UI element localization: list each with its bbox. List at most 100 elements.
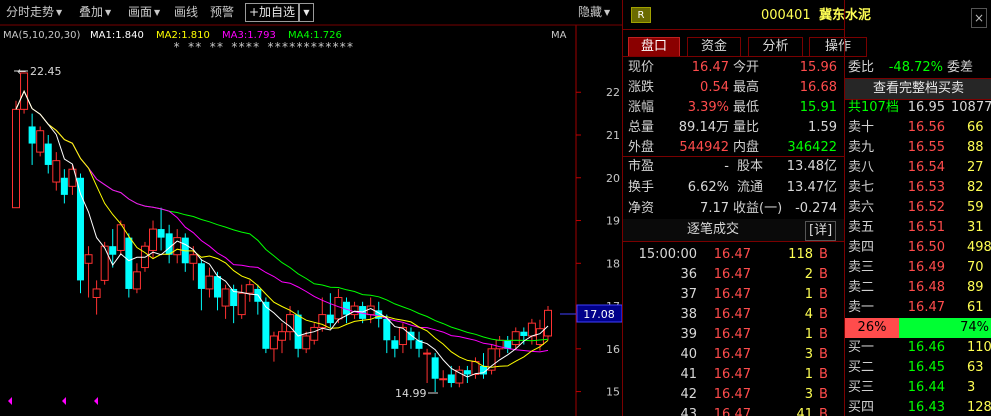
buy-price[interactable]: 16.46 (903, 338, 945, 358)
sell-level-label: 卖七 (848, 180, 875, 195)
candle-body (431, 357, 439, 379)
intraday-menu[interactable]: 分时走势 ▼ (6, 4, 62, 21)
close-icon[interactable]: × (971, 8, 987, 28)
weicha-label: 委差 (947, 60, 974, 75)
signal-marker-icon (8, 397, 12, 405)
candle-body (334, 296, 343, 320)
ticks-detail-button[interactable]: [详] (805, 221, 837, 241)
kline-chart[interactable]: 222120191817161522.45←14.99MA(5,10,20,30… (0, 24, 623, 416)
sell-price[interactable]: 16.48 (903, 278, 945, 298)
quote-label: 总量 (628, 120, 655, 135)
tab-fund[interactable]: 资金 (687, 37, 741, 57)
view-menu[interactable]: 画面 ▼ (128, 4, 160, 21)
quote-label: 现价 (628, 60, 655, 75)
tab-pankou[interactable]: 盘口 (628, 37, 680, 57)
alert-button[interactable]: 预警 (210, 4, 234, 21)
fund-value: 13.48亿 (786, 159, 837, 174)
quote-panel: R 000401 冀东水泥 盘口 资金 分析 操作 现价 16.47 今开 15… (622, 0, 991, 416)
low-price-label: 14.99 (395, 387, 427, 400)
quote-label: 量比 (733, 120, 760, 135)
candle-body (245, 284, 254, 294)
tick-side: B (819, 247, 828, 262)
candle-body (197, 263, 205, 289)
candle-body (84, 254, 93, 264)
tab-analysis[interactable]: 分析 (748, 37, 803, 57)
ma20-line (15, 89, 549, 353)
candle-body (12, 108, 20, 209)
sell-level-label: 卖五 (848, 220, 875, 235)
stock-code: 000401 (761, 8, 811, 23)
sell-level-label: 卖一 (848, 300, 875, 315)
app-window: 分时走势 ▼ 叠加 ▼ 画面 ▼ 画线 预警 +加自选 ▼ 隐藏 ▼ 22 21 20 19 1… (0, 0, 991, 416)
quote-value: 16.68 (799, 80, 837, 95)
buy-price[interactable]: 16.45 (903, 358, 945, 378)
tick-time: 36 (680, 267, 697, 282)
ma-legend-right: MA (551, 30, 567, 41)
candle-body (157, 229, 165, 238)
tick-volume: 118 (788, 247, 813, 262)
overlay-menu[interactable]: 叠加 ▼ (79, 4, 111, 21)
sell-level-label: 卖九 (848, 140, 875, 155)
candle-body (125, 237, 133, 289)
current-price-value: 17.08 (583, 308, 615, 321)
buy-price[interactable]: 16.43 (903, 398, 945, 416)
total-price: 16.95 (907, 100, 945, 115)
quote-value: 16.47 (691, 60, 729, 75)
quote-label: 内盘 (733, 140, 760, 155)
candle-body (36, 130, 45, 153)
sell-volume: 31 (967, 220, 984, 235)
sell-price[interactable]: 16.51 (903, 218, 945, 238)
candle-body (189, 254, 198, 264)
y-tick-label: 16 (606, 343, 620, 356)
fund-value: 13.47亿 (786, 180, 837, 195)
candle-body (511, 331, 520, 346)
sell-price[interactable]: 16.52 (903, 198, 945, 218)
tick-price: 16.47 (713, 307, 751, 322)
quote-value: 544942 (679, 140, 729, 155)
quote-label: 最高 (733, 80, 760, 95)
hide-button[interactable]: 隐藏 ▼ (578, 4, 618, 21)
tick-volume: 4 (804, 307, 813, 322)
candle-body (44, 143, 52, 165)
candle-body (278, 331, 286, 341)
sell-price[interactable]: 16.55 (903, 138, 945, 158)
signal-stars: * ** ** **** ************ (173, 40, 354, 54)
candle-body (520, 331, 528, 336)
quote-label: 今开 (733, 60, 760, 75)
quote-value: 15.91 (799, 100, 837, 115)
sell-price[interactable]: 16.53 (903, 178, 945, 198)
quote-value: 15.96 (799, 60, 837, 75)
full-book-button[interactable]: 查看完整档买卖 (845, 79, 991, 99)
sell-price[interactable]: 16.49 (903, 258, 945, 278)
candle-body (205, 275, 214, 290)
sell-price[interactable]: 16.47 (903, 298, 945, 318)
candle-body (221, 288, 230, 307)
kline-chart-svg: 222120191817161522.45←14.99MA(5,10,20,30… (0, 24, 623, 416)
add-favorite-button[interactable]: +加自选 (245, 3, 300, 22)
quote-value: 0.54 (700, 80, 729, 95)
candle-body (391, 340, 399, 349)
y-tick-label: 20 (606, 172, 620, 185)
add-favorite-dropdown[interactable]: ▼ (299, 3, 314, 22)
draw-line-button[interactable]: 画线 (174, 4, 198, 21)
buy-level-label: 买四 (848, 400, 875, 415)
tick-time: 37 (680, 287, 697, 302)
sell-price[interactable]: 16.54 (903, 158, 945, 178)
sell-price[interactable]: 16.50 (903, 238, 945, 258)
fund-label: 收益(一) (733, 201, 783, 216)
fund-value: 6.62% (687, 180, 729, 195)
candle-body (132, 271, 141, 290)
candle-body (109, 246, 117, 255)
sell-price[interactable]: 16.56 (903, 118, 945, 138)
tick-price: 16.47 (713, 407, 751, 416)
tick-time: 43 (680, 407, 697, 416)
sell-level-label: 卖八 (848, 160, 875, 175)
tick-side: B (819, 307, 828, 322)
candle-body (463, 370, 471, 375)
fund-label: 净资 (628, 201, 655, 216)
tick-price: 16.47 (713, 367, 751, 382)
ticks-header: 逐笔成交 [详] (623, 219, 845, 241)
buy-price[interactable]: 16.44 (903, 378, 945, 398)
candle-body (527, 322, 536, 337)
high-price-label: 22.45 (30, 65, 62, 78)
